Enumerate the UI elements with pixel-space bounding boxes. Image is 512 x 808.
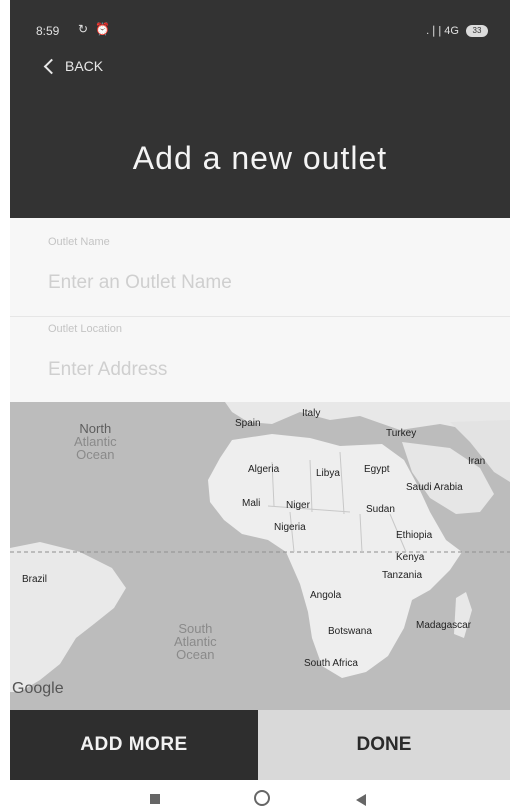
outlet-name-input[interactable] [48, 270, 478, 296]
outlet-name-field: Outlet Name [10, 218, 510, 316]
map-label-spain: Spain [235, 418, 261, 429]
status-right: .❘| 4G 33 [426, 24, 488, 38]
signal-icon: .❘| 4G [426, 25, 459, 37]
map-label-iran: Iran [468, 456, 486, 467]
done-button[interactable]: DONE [258, 710, 510, 780]
map-label-libya: Libya [316, 468, 340, 479]
map-label-angola: Angola [310, 590, 342, 601]
map-label-brazil: Brazil [22, 574, 48, 585]
ocean-label-south-atlantic: South Atlantic Ocean [174, 621, 217, 662]
map-label-saudi-arabia: Saudi Arabia [406, 482, 463, 493]
outlet-name-label: Outlet Name [48, 236, 110, 248]
battery-icon: 33 [466, 25, 488, 38]
map-label-botswana: Botswana [328, 626, 372, 637]
map-label-turkey: Turkey [386, 428, 417, 439]
ocean-label-north-atlantic: North Atlantic Ocean [74, 421, 117, 462]
map-label-mali: Mali [242, 498, 261, 509]
map-label-madagascar: Madagascar [416, 620, 472, 631]
back-label: BACK [65, 58, 104, 74]
chevron-left-icon [43, 58, 60, 74]
outlet-location-label: Outlet Location [48, 323, 122, 335]
google-logo: Google [12, 680, 64, 697]
home-icon[interactable] [254, 790, 270, 806]
bottom-action-bar: ADD MORE DONE [10, 710, 510, 780]
map-label-niger: Niger [286, 500, 310, 511]
map-view[interactable]: North Atlantic Ocean South Atlantic Ocea… [10, 402, 510, 710]
map-label-kenya: Kenya [396, 552, 425, 563]
map-label-nigeria: Nigeria [274, 522, 306, 533]
page-title: Add a new outlet [132, 140, 388, 176]
map-label-sudan: Sudan [366, 504, 395, 515]
add-more-button[interactable]: ADD MORE [10, 710, 258, 780]
back-triangle-icon[interactable] [356, 794, 366, 806]
outlet-address-input[interactable] [48, 357, 478, 383]
sync-alarm-icon: ↻ ⏰ [78, 22, 113, 36]
outlet-location-field: Outlet Location [10, 316, 510, 403]
app-header: 8:59 ↻ ⏰ .❘| 4G 33 BACK Add a new outlet [10, 0, 510, 218]
map-label-italy: Italy [302, 408, 321, 419]
status-time: 8:59 [36, 24, 60, 38]
map-label-algeria: Algeria [248, 464, 280, 475]
map-label-tanzania: Tanzania [382, 570, 423, 581]
recent-apps-icon[interactable] [150, 794, 160, 804]
map-label-ethiopia: Ethiopia [396, 530, 433, 541]
back-button[interactable]: BACK [42, 58, 103, 74]
paper-margin [0, 0, 10, 808]
system-nav-bar [10, 780, 510, 808]
map-label-egypt: Egypt [364, 464, 390, 475]
map-label-south-africa: South Africa [304, 658, 358, 669]
status-bar: 8:59 ↻ ⏰ .❘| 4G 33 [10, 0, 510, 40]
